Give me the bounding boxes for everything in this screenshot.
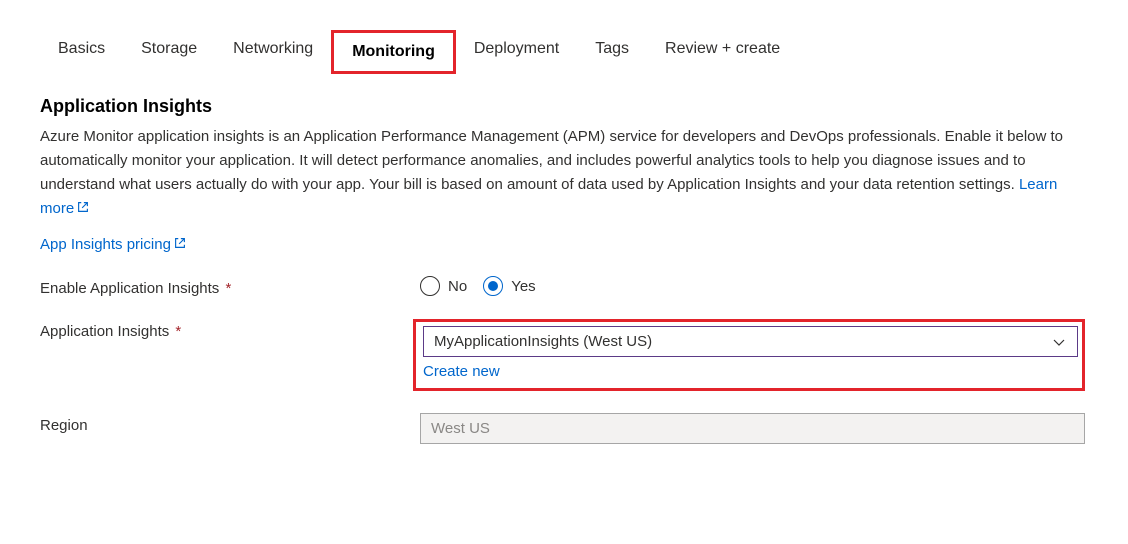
external-link-icon bbox=[173, 236, 187, 254]
pricing-link[interactable]: App Insights pricing bbox=[40, 236, 187, 254]
chevron-down-icon bbox=[1051, 334, 1067, 350]
create-new-link[interactable]: Create new bbox=[423, 363, 500, 380]
radio-yes[interactable]: Yes bbox=[483, 276, 535, 296]
tab-networking[interactable]: Networking bbox=[215, 30, 331, 74]
highlighted-area: MyApplicationInsights (West US) Create n… bbox=[413, 319, 1085, 391]
tab-deployment[interactable]: Deployment bbox=[456, 30, 577, 74]
radio-no-label: No bbox=[448, 278, 467, 295]
row-application-insights: Application Insights * MyApplicationInsi… bbox=[40, 319, 1088, 391]
tabs-bar: Basics Storage Networking Monitoring Dep… bbox=[40, 30, 1088, 74]
section-description: Azure Monitor application insights is an… bbox=[40, 125, 1070, 222]
required-asterisk: * bbox=[221, 280, 231, 297]
row-enable-insights: Enable Application Insights * No Yes bbox=[40, 276, 1088, 297]
row-region: Region West US bbox=[40, 413, 1088, 444]
radio-no[interactable]: No bbox=[420, 276, 467, 296]
radio-circle-icon bbox=[483, 276, 503, 296]
section-title: Application Insights bbox=[40, 96, 1088, 117]
tab-review-create[interactable]: Review + create bbox=[647, 30, 798, 74]
tab-tags[interactable]: Tags bbox=[577, 30, 647, 74]
tab-storage[interactable]: Storage bbox=[123, 30, 215, 74]
dropdown-value: MyApplicationInsights (West US) bbox=[434, 333, 652, 350]
radio-circle-icon bbox=[420, 276, 440, 296]
label-enable-insights: Enable Application Insights * bbox=[40, 276, 420, 297]
label-application-insights: Application Insights * bbox=[40, 319, 420, 340]
region-field: West US bbox=[420, 413, 1085, 444]
required-asterisk: * bbox=[171, 323, 181, 340]
radio-group-enable: No Yes bbox=[420, 276, 1085, 296]
label-region: Region bbox=[40, 413, 420, 434]
tab-monitoring[interactable]: Monitoring bbox=[331, 30, 456, 74]
description-text: Azure Monitor application insights is an… bbox=[40, 128, 1063, 193]
radio-dot-icon bbox=[488, 281, 498, 291]
external-link-icon bbox=[76, 198, 90, 222]
radio-yes-label: Yes bbox=[511, 278, 535, 295]
tab-basics[interactable]: Basics bbox=[40, 30, 123, 74]
dropdown-application-insights[interactable]: MyApplicationInsights (West US) bbox=[423, 326, 1078, 357]
